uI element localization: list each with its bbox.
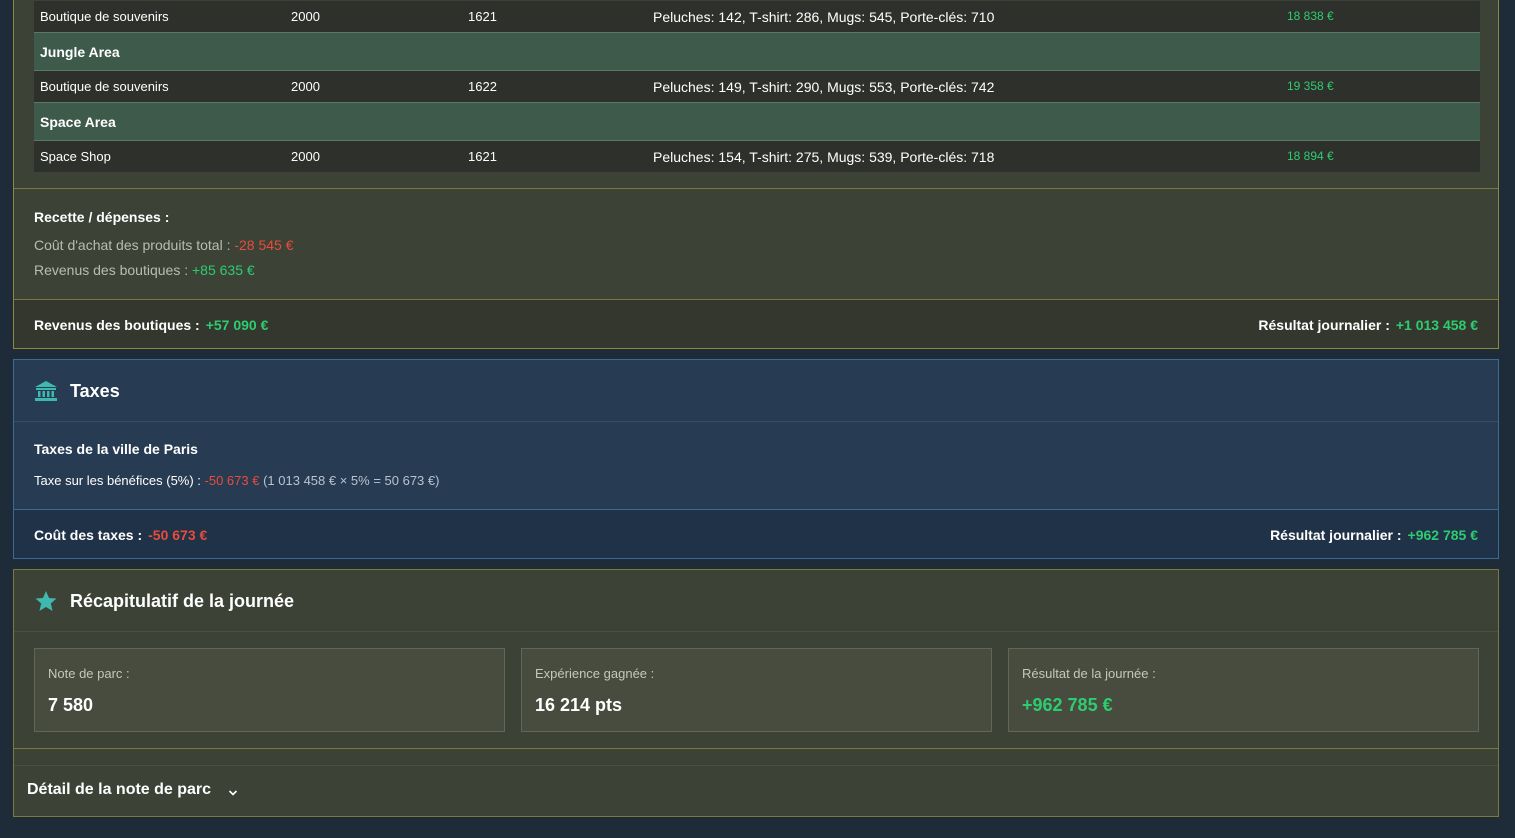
divider (14, 748, 1498, 749)
summary-cost-line: Coût d'achat des produits total : -28 54… (34, 237, 1498, 253)
shops-panel: Boutique de souvenirs 2000 1621 Peluches… (13, 0, 1499, 349)
summary-revenue-line: Revenus des boutiques : +85 635 € (34, 262, 1498, 278)
shop-name: Boutique de souvenirs (40, 9, 169, 24)
divider (14, 765, 1498, 766)
taxes-title: Taxes (70, 381, 120, 401)
summary-title: Recette / dépenses : (34, 209, 170, 225)
shops-footer-label: Revenus des boutiques : (34, 317, 200, 333)
summary-cost-label: Coût d'achat des produits total : (34, 237, 231, 253)
stat-label: Résultat de la journée : (1022, 666, 1156, 681)
area-header-jungle: Jungle Area (34, 32, 1480, 71)
shop-stock: Peluches: 149, T-shirt: 290, Mugs: 553, … (653, 79, 995, 95)
table-row: Boutique de souvenirs 2000 1621 Peluches… (34, 1, 1480, 32)
stat-label: Expérience gagnée : (535, 666, 655, 681)
summary-cost-value: -28 545 € (234, 237, 294, 253)
shops-daily-result: Résultat journalier : +1 013 458 € (1258, 317, 1478, 333)
stat-card-experience: Expérience gagnée : 16 214 pts (521, 648, 992, 732)
stat-label: Note de parc : (48, 666, 130, 681)
recap-panel: Récapitulatif de la journée Note de parc… (13, 569, 1499, 817)
taxes-footer: Coût des taxes : -50 673 € Résultat journ… (14, 509, 1498, 558)
park-rating-detail-toggle[interactable]: Détail de la note de parc (27, 781, 238, 799)
stat-value: 16 214 pts (535, 695, 623, 715)
summary-revenue-value: +85 635 € (192, 262, 255, 278)
shop-revenue: 19 358 € (1287, 79, 1334, 93)
daily-result-label: Résultat journalier : (1258, 317, 1390, 333)
shop-value-a: 2000 (291, 9, 320, 24)
taxes-line-value: -50 673 € (204, 473, 260, 488)
taxes-panel: Taxes Taxes de la ville de Paris Taxe su… (13, 359, 1499, 559)
stat-value: 7 580 (48, 695, 94, 715)
taxes-body: Taxes de la ville de Paris Taxe sur les … (34, 441, 439, 488)
taxes-profit-line: Taxe sur les bénéfices (5%) : -50 673 € … (34, 473, 439, 488)
taxes-line-calc: (1 013 458 € × 5% = 50 673 €) (263, 473, 440, 488)
bank-icon (34, 380, 58, 402)
taxes-daily-result: Résultat journalier : +962 785 € (1270, 527, 1478, 543)
daily-result-value: +1 013 458 € (1395, 317, 1478, 333)
area-header-space: Space Area (34, 102, 1480, 141)
taxes-city-title: Taxes de la ville de Paris (34, 441, 198, 457)
shop-value-b: 1621 (468, 149, 497, 164)
star-icon (34, 590, 58, 612)
shop-name: Space Shop (40, 149, 111, 164)
table-row: Space Shop 2000 1621 Peluches: 154, T-sh… (34, 141, 1480, 172)
shop-value-a: 2000 (291, 79, 320, 94)
shops-footer-left: Revenus des boutiques : +57 090 € (34, 317, 268, 333)
shop-name: Boutique de souvenirs (40, 79, 169, 94)
daily-result-value: +962 785 € (1407, 527, 1478, 543)
shop-revenue: 18 894 € (1287, 149, 1334, 163)
taxes-header: Taxes (14, 360, 1498, 422)
taxes-line-label: Taxe sur les bénéfices (5%) : (34, 473, 201, 488)
stat-card-park-rating: Note de parc : 7 580 (34, 648, 505, 732)
shop-stock: Peluches: 142, T-shirt: 286, Mugs: 545, … (653, 9, 995, 25)
shops-summary: Recette / dépenses : Coût d'achat des pr… (14, 188, 1498, 299)
shop-value-b: 1621 (468, 9, 497, 24)
taxes-cost-label: Coût des taxes : (34, 527, 143, 543)
recap-header: Récapitulatif de la journée (14, 570, 1498, 632)
chevron-down-icon (228, 785, 238, 796)
summary-revenue-label: Revenus des boutiques : (34, 262, 189, 278)
shop-stock: Peluches: 154, T-shirt: 275, Mugs: 539, … (653, 149, 995, 165)
taxes-footer-left: Coût des taxes : -50 673 € (34, 527, 207, 543)
shops-footer: Revenus des boutiques : +57 090 € Résulta… (14, 299, 1498, 348)
shop-value-b: 1622 (468, 79, 497, 94)
recap-title: Récapitulatif de la journée (70, 591, 295, 611)
shops-footer-value: +57 090 € (205, 317, 269, 333)
taxes-cost-value: -50 673 € (148, 527, 208, 543)
table-row: Boutique de souvenirs 2000 1622 Peluches… (34, 71, 1480, 102)
stat-card-day-result: Résultat de la journée : +962 785 € (1008, 648, 1479, 732)
shops-table: Boutique de souvenirs 2000 1621 Peluches… (34, 1, 1480, 172)
shop-value-a: 2000 (291, 149, 320, 164)
shop-revenue: 18 838 € (1287, 9, 1334, 23)
stat-value: +962 785 € (1022, 695, 1113, 715)
detail-toggle-label: Détail de la note de parc (27, 781, 212, 798)
daily-result-label: Résultat journalier : (1270, 527, 1402, 543)
